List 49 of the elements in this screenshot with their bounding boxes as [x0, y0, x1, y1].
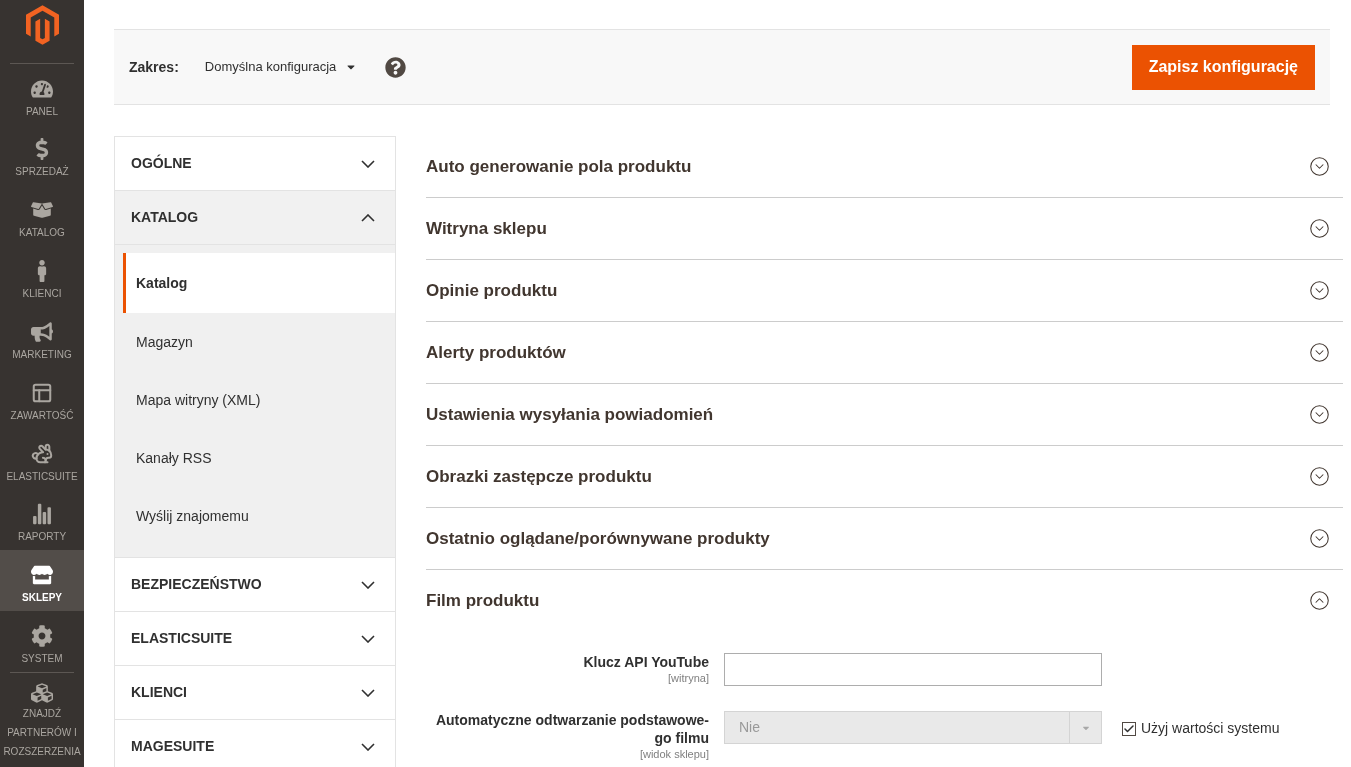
- submenu-item[interactable]: Wyślij znajomemu: [123, 487, 395, 545]
- nav-item[interactable]: RAPORTY: [0, 489, 84, 551]
- nav-item[interactable]: MARKETING: [0, 306, 84, 368]
- cubes-icon: [31, 682, 53, 704]
- section-header[interactable]: Film produktu: [426, 570, 1343, 631]
- chevron-down-icon: [361, 688, 375, 697]
- nav-item[interactable]: SKLEPY: [0, 550, 84, 612]
- section-header[interactable]: Ustawienia wysyłania powiadomień: [426, 384, 1343, 446]
- chevron-down-icon: [361, 580, 375, 589]
- settings-icon: [31, 625, 53, 648]
- section-header[interactable]: Ostatnio oglądane/porównywane produkty: [426, 508, 1343, 570]
- bar-chart-icon: [31, 503, 53, 526]
- section-header[interactable]: Opinie produktu: [426, 260, 1343, 322]
- chevron-down-icon: [361, 159, 375, 168]
- save-button[interactable]: Zapisz konfigurację: [1131, 44, 1315, 90]
- submenu-item[interactable]: Mapa witryny (XML): [123, 371, 395, 429]
- text-input[interactable]: [724, 653, 1102, 686]
- chevron-up-icon: [361, 213, 375, 222]
- scope-hint: [widok sklepu]: [639, 747, 709, 761]
- nav-item[interactable]: ZAWARTOŚĆ: [0, 367, 84, 429]
- section-header[interactable]: Witryna sklepu: [426, 198, 1343, 260]
- store-icon: [31, 564, 53, 587]
- megaphone-icon: [31, 320, 53, 343]
- field-label: Klucz API YouTube: [583, 653, 709, 671]
- nav-item[interactable]: ZNAJDŹ PARTNERÓW I ROZSZERZENIA: [0, 673, 84, 767]
- scope-hint: [witryna]: [668, 671, 709, 685]
- help-icon[interactable]: [385, 56, 407, 78]
- nav-item[interactable]: SPRZEDAŻ: [0, 124, 84, 186]
- submenu-item[interactable]: Magazyn: [123, 313, 395, 371]
- section-header[interactable]: Auto generowanie pola produktu: [426, 136, 1343, 198]
- scope-label: Zakres:: [129, 57, 179, 77]
- nav-item[interactable]: SYSTEM: [0, 611, 84, 672]
- rabbit-icon: [31, 442, 53, 465]
- chevron-down-icon: [361, 634, 375, 643]
- chevron-down-icon: [361, 742, 375, 751]
- submenu-item[interactable]: Kanały RSS: [123, 429, 395, 487]
- section-header[interactable]: Obrazki zastępcze produktu: [426, 446, 1343, 508]
- nav-item[interactable]: ELASTICSUITE: [0, 428, 84, 490]
- field-label: Automatyczne odtwarzanie podstawowe-go filmu: [434, 711, 709, 747]
- layout-icon: [31, 381, 53, 404]
- gauge-icon: [31, 77, 53, 100]
- nav-item[interactable]: PANEL: [0, 63, 84, 125]
- nav-item[interactable]: KATALOG: [0, 185, 84, 247]
- config-tab-header[interactable]: KATALOG: [115, 191, 395, 245]
- nav-item[interactable]: KLIENCI: [0, 246, 84, 307]
- submenu-item[interactable]: Katalog: [123, 253, 395, 313]
- scope-dropdown[interactable]: Domyślna konfiguracja: [204, 57, 358, 77]
- section-header[interactable]: Alerty produktów: [426, 322, 1343, 384]
- logo-icon[interactable]: [25, 5, 59, 45]
